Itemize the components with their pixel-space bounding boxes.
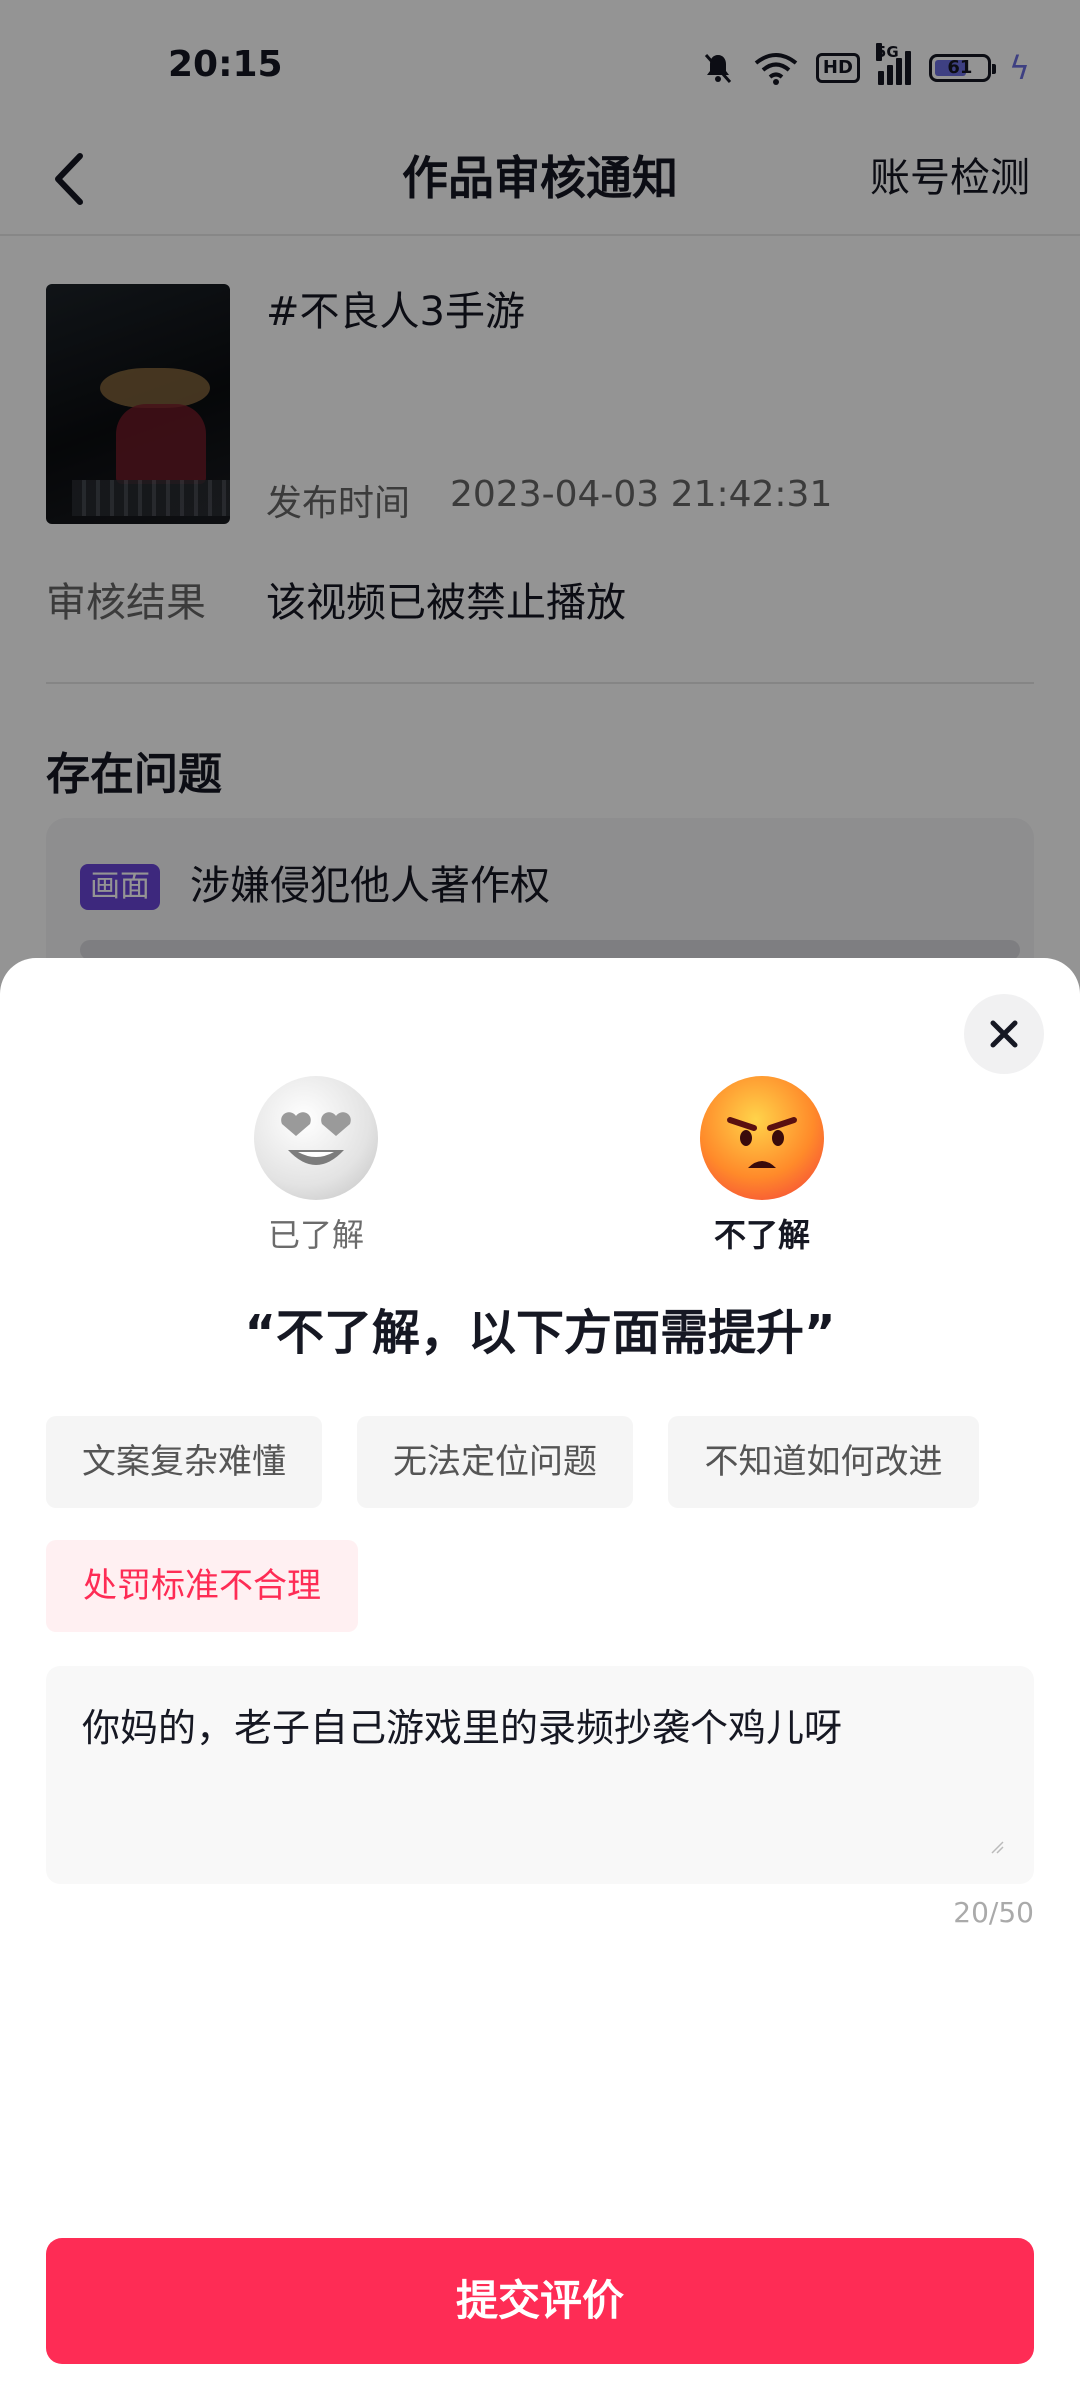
feedback-textarea[interactable] xyxy=(46,1666,1034,1884)
chip-cannot-locate[interactable]: 无法定位问题 xyxy=(357,1416,633,1508)
close-icon xyxy=(990,1020,1018,1048)
close-button[interactable] xyxy=(964,994,1044,1074)
chip-complex-copy[interactable]: 文案复杂难懂 xyxy=(46,1416,322,1508)
chip-how-to-improve[interactable]: 不知道如何改进 xyxy=(668,1416,979,1508)
option-unknown-label[interactable]: 不了解 xyxy=(642,1210,882,1256)
chip-unfair-standard[interactable]: 处罚标准不合理 xyxy=(46,1540,358,1632)
submit-button[interactable]: 提交评价 xyxy=(46,2238,1034,2364)
char-counter: 20/50 xyxy=(953,1896,1034,1929)
resize-handle-icon[interactable] xyxy=(990,1840,1004,1854)
angry-face-icon[interactable] xyxy=(700,1076,824,1200)
option-known-label[interactable]: 已了解 xyxy=(196,1210,436,1256)
feedback-text: 你妈的，老子自己游戏里的录频抄袭个鸡儿呀 xyxy=(82,1706,843,1750)
heart-eyes-face-icon[interactable] xyxy=(254,1076,378,1200)
feedback-prompt: “不了解，以下方面需提升” xyxy=(244,1305,836,1361)
